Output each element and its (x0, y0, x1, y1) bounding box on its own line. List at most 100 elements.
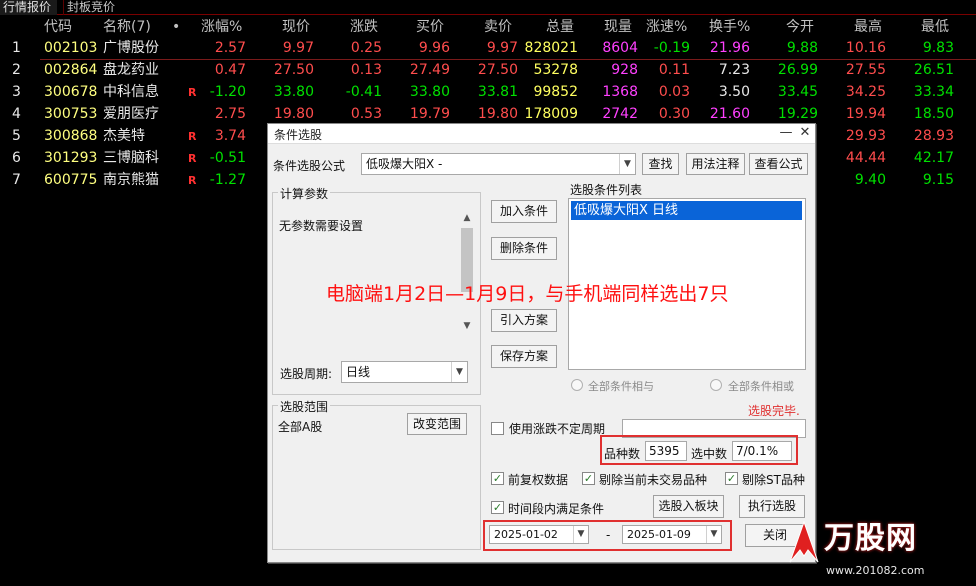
add-to-board-button[interactable]: 选股入板块 (653, 495, 724, 518)
speed: 0.11 (658, 62, 690, 78)
close-icon[interactable]: ✕ (797, 124, 813, 142)
col-code[interactable]: 代码 (44, 16, 72, 38)
stock-code: 300868 (44, 128, 98, 144)
calc-params-title: 计算参数 (278, 185, 331, 202)
radio-or-label: 全部条件相或 (728, 380, 794, 393)
row-index: 3 (12, 84, 21, 100)
formula-select[interactable]: 低吸爆大阳X - ▼ (361, 153, 636, 175)
condition-list-item[interactable]: 低吸爆大阳X 日线 (571, 201, 802, 220)
change-scope-button[interactable]: 改变范围 (407, 413, 467, 435)
col-turnover[interactable]: 换手% (709, 16, 750, 38)
row-index: 7 (12, 172, 21, 188)
low: 9.83 (922, 40, 954, 56)
period-condition-checkbox[interactable]: ✓ (491, 501, 504, 514)
stock-code: 002103 (44, 40, 98, 56)
col-volume[interactable]: 总量 (546, 16, 574, 38)
col-open[interactable]: 今开 (786, 16, 814, 38)
table-row[interactable]: 4 300753 爱朋医疗 2.75 19.80 0.53 19.79 19.8… (0, 103, 976, 125)
open: 26.99 (777, 62, 818, 78)
minimize-icon[interactable]: — (778, 124, 794, 142)
col-low[interactable]: 最低 (921, 16, 949, 38)
volume: 99852 (533, 84, 578, 100)
chevron-down-icon[interactable]: ▼ (451, 362, 467, 382)
bid: 9.96 (418, 40, 450, 56)
speed: 0.30 (658, 106, 690, 122)
cur-vol: 8604 (602, 40, 638, 56)
stock-code: 300678 (44, 84, 98, 100)
scope-title: 选股范围 (278, 398, 331, 415)
price: 19.80 (273, 106, 314, 122)
exclude-st-checkbox[interactable]: ✓ (725, 472, 738, 485)
r-mark: R (188, 130, 197, 143)
row-index: 4 (12, 106, 21, 122)
cur-vol: 928 (611, 62, 638, 78)
stock-code: 300753 (44, 106, 98, 122)
low: 18.50 (913, 106, 954, 122)
prior-rights-checkbox[interactable]: ✓ (491, 472, 504, 485)
scroll-up-icon[interactable]: ▲ (460, 211, 474, 225)
dialog-titlebar[interactable]: 条件选股 — ✕ (268, 124, 815, 144)
tab-auction[interactable]: 封板竞价 (63, 0, 125, 15)
ask: 19.80 (477, 106, 518, 122)
col-cur-vol[interactable]: 现量 (604, 16, 632, 38)
watermark-brand: 万股网 (824, 521, 917, 556)
params-scrollbar[interactable]: ▲ ▼ (460, 211, 474, 333)
scroll-down-icon[interactable]: ▼ (460, 319, 474, 333)
high: 27.55 (845, 62, 886, 78)
formula-value: 低吸爆大阳X - (366, 157, 443, 171)
table-row[interactable]: 3 300678 中科信息 R -1.20 33.80 -0.41 33.80 … (0, 81, 976, 103)
open: 9.88 (786, 40, 818, 56)
stock-code: 301293 (44, 150, 98, 166)
r-mark: R (188, 174, 197, 187)
quote-table-header: 代码 名称(7) • 涨幅% 现价 涨跌 买价 卖价 总量 现量 涨速% 换手%… (0, 16, 976, 38)
ask: 9.97 (486, 40, 518, 56)
col-name[interactable]: 名称(7) (103, 16, 151, 38)
col-bid[interactable]: 买价 (416, 16, 444, 38)
stock-name: 广博股份 (103, 40, 159, 56)
chg-pct: 2.75 (214, 106, 246, 122)
col-chg-pct[interactable]: 涨幅% (201, 16, 242, 38)
period-condition-label: 时间段内满足条件 (508, 502, 605, 516)
col-chg[interactable]: 涨跌 (350, 16, 378, 38)
col-high[interactable]: 最高 (854, 16, 882, 38)
price: 9.97 (282, 40, 314, 56)
high: 9.40 (854, 172, 886, 188)
table-row[interactable]: 2 002864 盘龙药业 0.47 27.50 0.13 27.49 27.5… (0, 59, 976, 81)
period-select[interactable]: 日线 ▼ (341, 361, 468, 383)
exclude-inactive-checkbox[interactable]: ✓ (582, 472, 595, 485)
no-params-text: 无参数需要设置 (279, 219, 364, 233)
import-scheme-button[interactable]: 引入方案 (491, 309, 557, 332)
delete-condition-button[interactable]: 删除条件 (491, 237, 557, 260)
high: 34.25 (845, 84, 886, 100)
chg: 0.53 (350, 106, 382, 122)
market-tabs: 行情报价 封板竞价 (0, 0, 976, 15)
chg-pct: 2.57 (214, 40, 246, 56)
find-button[interactable]: 查找 (642, 153, 679, 175)
tab-quotes[interactable]: 行情报价 (0, 0, 57, 15)
col-speed[interactable]: 涨速% (646, 16, 687, 38)
uncertain-period-checkbox[interactable] (491, 422, 504, 435)
high: 10.16 (845, 40, 886, 56)
stock-name: 三博脑科 (103, 150, 159, 166)
volume: 178009 (524, 106, 578, 122)
col-ask[interactable]: 卖价 (484, 16, 512, 38)
add-condition-button[interactable]: 加入条件 (491, 200, 557, 223)
low: 42.17 (913, 150, 954, 166)
highlight-box-count (600, 435, 798, 465)
watermark-url: www.201082.com (826, 564, 925, 577)
watermark-logo: 万股网 www.201082.com (786, 508, 976, 586)
table-row[interactable]: 1 002103 广博股份 2.57 9.97 0.25 9.96 9.97 8… (0, 37, 976, 59)
usage-notes-button[interactable]: 用法注释 (686, 153, 745, 175)
radio-and[interactable] (571, 379, 583, 391)
save-scheme-button[interactable]: 保存方案 (491, 345, 557, 368)
col-price[interactable]: 现价 (282, 16, 310, 38)
turnover: 21.60 (709, 106, 750, 122)
speed: -0.19 (653, 40, 690, 56)
bid: 19.79 (409, 106, 450, 122)
chg: 0.25 (350, 40, 382, 56)
view-formula-button[interactable]: 查看公式 (749, 153, 808, 175)
scope-value: 全部A股 (278, 420, 323, 434)
radio-or[interactable] (710, 379, 722, 391)
chevron-down-icon[interactable]: ▼ (619, 154, 635, 174)
turnover: 7.23 (718, 62, 750, 78)
